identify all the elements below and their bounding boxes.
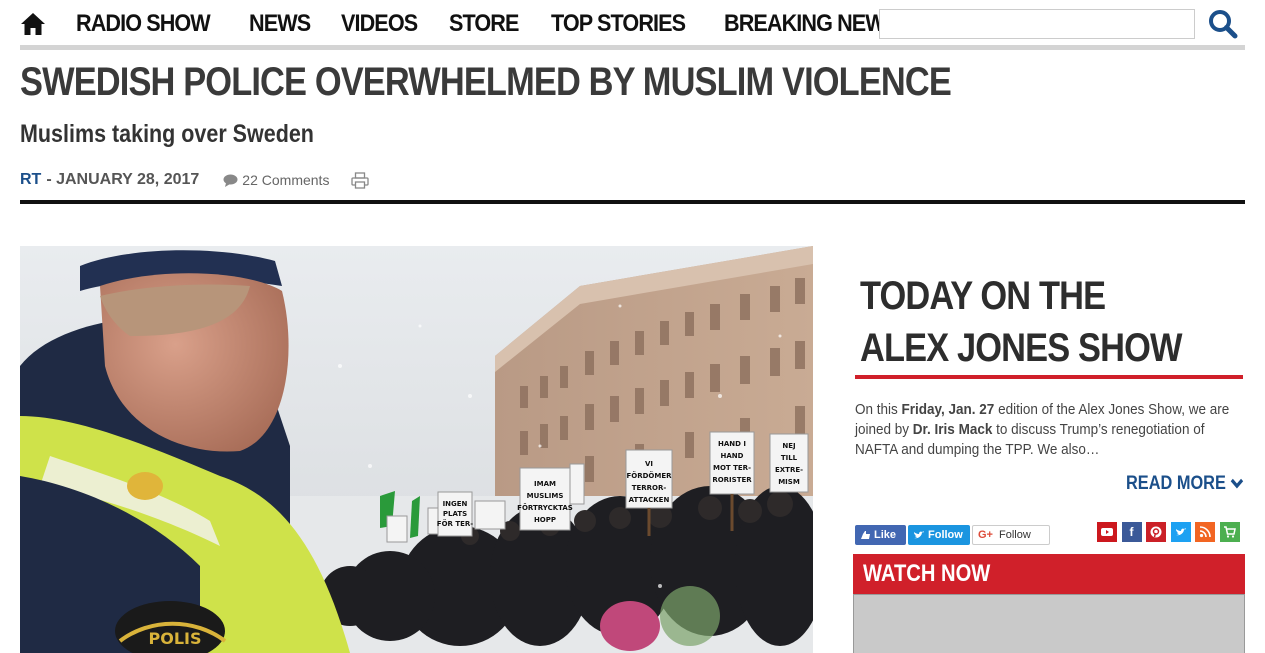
sign-text: INGEN (443, 500, 468, 508)
sign-text: EXTRE- (775, 466, 803, 474)
googleplus-icon: G+ (978, 529, 993, 541)
read-more-link[interactable]: READ MORE (1126, 473, 1244, 495)
article-photo[interactable]: HAND I HAND MOT TER- RORISTER NEJ TILL E… (20, 246, 813, 653)
nav-item-breaking-news[interactable]: BREAKING NEWS (724, 0, 899, 47)
article-meta: RT - JANUARY 28, 2017 22 Comments (20, 169, 370, 191)
shopping-cart-icon[interactable] (1219, 522, 1240, 542)
facebook-like-button[interactable]: Like (855, 525, 906, 545)
sign-text: VI (645, 460, 653, 468)
search-input[interactable] (879, 9, 1195, 39)
rss-icon[interactable] (1195, 522, 1215, 542)
sign-text: FÖRTRYCKTAS (517, 503, 573, 512)
sign-text: HOPP (534, 516, 556, 524)
googleplus-follow-button[interactable]: G+ Follow (972, 525, 1050, 545)
social-icon-row: f (1097, 522, 1244, 542)
sign-text: HAND I (718, 440, 746, 448)
twitter-bird-icon (914, 531, 924, 539)
article-subtitle: Muslims taking over Sweden (20, 120, 314, 148)
sign-text: MOT TER- (713, 464, 751, 472)
article-source[interactable]: RT (20, 171, 41, 189)
sign-text: RORISTER (712, 476, 752, 484)
body-prefix: On this (855, 401, 902, 418)
social-buttons: Like Follow G+ Follow (855, 525, 1052, 545)
sign-text: FÖR TER- (437, 519, 474, 528)
comment-icon (223, 174, 238, 187)
nav-item-top-stories[interactable]: TOP STORIES (551, 0, 686, 47)
sign-text: IMAM (534, 480, 556, 488)
sidebar-title: TODAY ON THE ALEX JONES SHOW (860, 274, 1182, 370)
sign-text: MUSLIMS (527, 492, 564, 500)
pinterest-icon[interactable] (1146, 522, 1166, 542)
sign-text: NEJ (782, 442, 795, 450)
nav-item-news[interactable]: NEWS (249, 0, 311, 47)
print-icon[interactable] (351, 171, 370, 189)
watch-now-banner: WATCH NOW (853, 554, 1245, 594)
youtube-icon[interactable] (1097, 522, 1117, 542)
police-badge-text: POLIS (149, 629, 202, 648)
thumbs-up-icon (861, 531, 870, 539)
twitter-icon[interactable] (1170, 522, 1191, 542)
twitter-follow-button[interactable]: Follow (908, 525, 970, 545)
comments-link[interactable]: 22 Comments (223, 172, 329, 188)
like-label: Like (874, 529, 897, 541)
sidebar-divider (855, 375, 1243, 379)
sign-text: PLATS (443, 510, 467, 518)
sign-text: ATTACKEN (629, 496, 670, 504)
top-nav: RADIO SHOW NEWS VIDEOS STORE TOP STORIES… (20, 0, 1245, 47)
twitter-follow-label: Follow (928, 529, 963, 541)
body-date: Friday, Jan. 27 (901, 401, 995, 418)
sign-text: TILL (781, 454, 798, 462)
nav-item-store[interactable]: STORE (449, 0, 519, 47)
read-more-label: READ MORE (1126, 473, 1226, 494)
headline-divider (20, 200, 1245, 204)
googleplus-follow-label: Follow (998, 529, 1031, 541)
facebook-icon[interactable]: f (1121, 522, 1142, 542)
sidebar-description: On this Friday, Jan. 27 edition of the A… (855, 400, 1242, 460)
nav-divider (20, 45, 1245, 50)
comments-count: 22 Comments (242, 172, 330, 188)
sign-text: TERROR- (632, 484, 667, 492)
nav-item-radio-show[interactable]: RADIO SHOW (76, 0, 211, 47)
body-guest: Dr. Iris Mack (912, 421, 993, 438)
sign-text: HAND (721, 452, 744, 460)
video-player[interactable] (853, 594, 1245, 653)
chevron-down-icon (1230, 478, 1244, 489)
nav-item-videos[interactable]: VIDEOS (341, 0, 418, 47)
search-icon[interactable] (1208, 9, 1238, 39)
sign-text: FÖRDÖMER (626, 471, 672, 480)
article-title: SWEDISH POLICE OVERWHELMED BY MUSLIM VIO… (20, 60, 952, 104)
home-icon[interactable] (20, 12, 46, 36)
watch-now-label: WATCH NOW (863, 560, 991, 587)
article-date: - JANUARY 28, 2017 (46, 171, 200, 188)
sign-text: MISM (778, 478, 800, 486)
